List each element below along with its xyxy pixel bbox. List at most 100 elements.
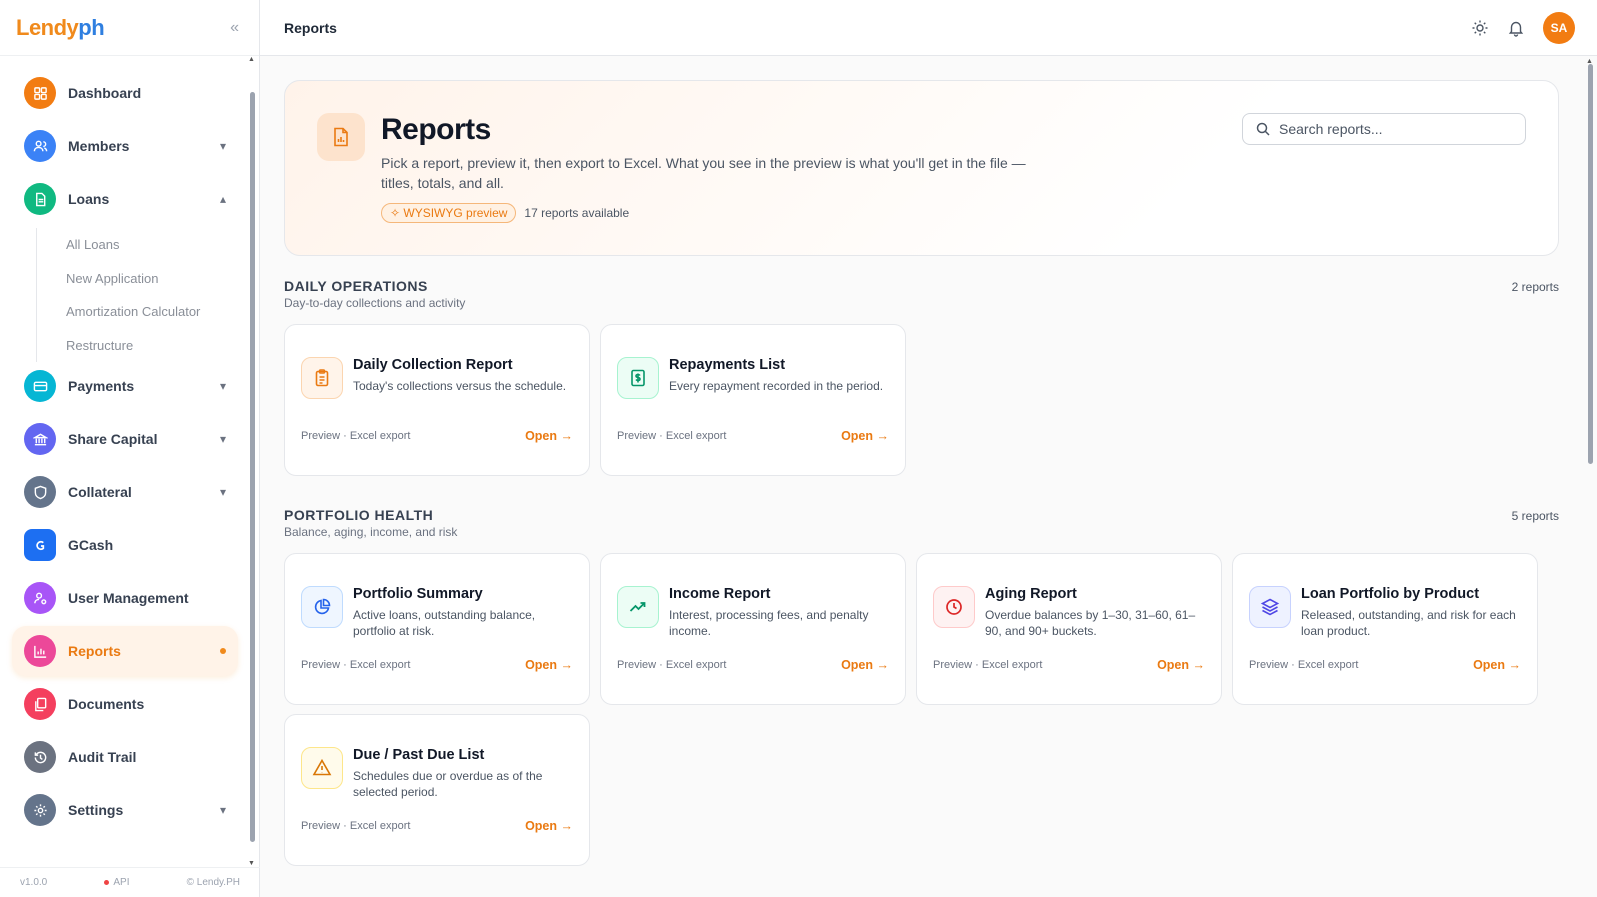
clipboard-icon (301, 357, 343, 399)
open-link[interactable]: Open → (841, 658, 889, 672)
sidebar-item-members[interactable]: Members ▾ (12, 121, 238, 171)
sidebar-item-gcash[interactable]: GCash (12, 520, 238, 570)
scroll-up-arrow-icon[interactable]: ▲ (248, 56, 255, 63)
sidebar-item-loans[interactable]: Loans ▴ (12, 174, 238, 224)
card-title: Portfolio Summary (353, 586, 483, 602)
open-link[interactable]: Open → (1473, 658, 1521, 672)
receipt-dollar-icon (617, 357, 659, 399)
sidebar-item-settings[interactable]: Settings ▾ (12, 785, 238, 835)
card-meta: Preview · Excel export (301, 430, 411, 442)
chevron-up-icon: ▴ (219, 192, 226, 206)
subnav-restructure[interactable]: Restructure (37, 329, 200, 363)
card-title: Loan Portfolio by Product (1301, 586, 1480, 602)
users-icon (24, 130, 56, 162)
sidebar: Lendyph « Dashboard Members ▾ Loans ▴ Al… (0, 0, 260, 897)
subnav-new-application[interactable]: New Application (37, 262, 200, 296)
sidebar-nav: Dashboard Members ▾ Loans ▴ All Loans Ne… (0, 62, 244, 867)
theme-toggle-sun-icon[interactable] (1471, 19, 1489, 37)
section-daily-operations: DAILY OPERATIONS Day-to-day collections … (284, 278, 1559, 310)
reports-count: 17 reports available (524, 206, 630, 220)
api-status: API (104, 877, 129, 888)
bar-chart-icon (24, 635, 56, 667)
wysiwyg-badge: ✧ WYSIWYG preview (381, 203, 517, 223)
report-card-loan-portfolio-by-product[interactable]: Loan Portfolio by Product Released, outs… (1232, 553, 1538, 705)
copyright: © Lendy.PH (186, 877, 240, 888)
card-description: Every repayment recorded in the period. (669, 379, 884, 393)
layers-icon (1249, 586, 1291, 628)
card-meta: Preview · Excel export (301, 820, 411, 832)
sparkle-icon: ✧ (390, 206, 404, 220)
section-subtitle: Day-to-day collections and activity (284, 296, 466, 310)
sidebar-item-label: Share Capital (68, 431, 158, 447)
pie-chart-icon (301, 586, 343, 628)
logo[interactable]: Lendyph (16, 14, 105, 41)
sidebar-item-dashboard[interactable]: Dashboard (12, 68, 238, 118)
section-portfolio-health: PORTFOLIO HEALTH Balance, aging, income,… (284, 507, 1559, 539)
bell-icon[interactable] (1507, 19, 1525, 37)
sidebar-item-user-management[interactable]: User Management (12, 573, 238, 623)
sidebar-item-label: Payments (68, 378, 135, 394)
card-title: Income Report (669, 586, 771, 602)
report-card-income-report[interactable]: Income Report Interest, processing fees,… (600, 553, 906, 705)
report-card-portfolio-summary[interactable]: Portfolio Summary Active loans, outstand… (284, 553, 590, 705)
sidebar-scroll-thumb[interactable] (250, 92, 255, 842)
history-icon (24, 741, 56, 773)
main-scrollbar[interactable]: ▲ (1584, 56, 1596, 897)
card-meta: Preview · Excel export (301, 659, 411, 671)
card-title: Daily Collection Report (353, 357, 513, 373)
search-icon (1256, 122, 1270, 136)
sidebar-item-payments[interactable]: Payments ▾ (12, 361, 238, 411)
document-icon (24, 183, 56, 215)
chevron-down-icon: ▾ (219, 432, 226, 446)
sidebar-item-label: Reports (68, 643, 121, 659)
active-indicator-dot (220, 648, 226, 654)
open-link[interactable]: Open → (525, 819, 573, 833)
sidebar-item-label: GCash (68, 537, 114, 553)
report-file-icon (317, 113, 365, 161)
topbar: Reports SA (260, 0, 1597, 56)
version-label: v1.0.0 (20, 877, 48, 888)
card-description: Schedules due or overdue as of the selec… (353, 769, 543, 799)
sidebar-item-label: Audit Trail (68, 749, 137, 765)
main-scroll-thumb[interactable] (1588, 64, 1593, 464)
credit-card-icon (24, 370, 56, 402)
search-box[interactable] (1242, 113, 1526, 145)
report-card-aging-report[interactable]: Aging Report Overdue balances by 1–30, 3… (916, 553, 1222, 705)
logo-part-1: Lendy (16, 14, 79, 40)
open-link[interactable]: Open → (525, 429, 573, 443)
sidebar-item-audit-trail[interactable]: Audit Trail (12, 732, 238, 782)
open-link[interactable]: Open → (841, 429, 889, 443)
sidebar-scrollbar[interactable]: ▲ ▼ (247, 56, 257, 867)
section-count: 5 reports (1511, 509, 1559, 523)
sidebar-item-share-capital[interactable]: Share Capital ▾ (12, 414, 238, 464)
brand-bar: Lendyph « (0, 0, 259, 56)
scroll-down-arrow-icon[interactable]: ▼ (248, 860, 255, 867)
report-card-repayments-list[interactable]: Repayments List Every repayment recorded… (600, 324, 906, 476)
sidebar-item-label: Members (68, 138, 130, 154)
chevron-down-icon: ▾ (219, 379, 226, 393)
main-area: Reports SA Reports Pick a report, previe… (260, 0, 1597, 897)
card-title: Due / Past Due List (353, 747, 485, 763)
open-link[interactable]: Open → (525, 658, 573, 672)
sidebar-item-reports[interactable]: Reports (12, 626, 238, 676)
bank-icon (24, 423, 56, 455)
sidebar-item-label: User Management (68, 590, 189, 606)
logo-part-2: ph (78, 14, 105, 40)
badge-label: WYSIWYG preview (403, 206, 508, 220)
search-input[interactable] (1279, 121, 1513, 137)
sidebar-item-collateral[interactable]: Collateral ▾ (12, 467, 238, 517)
user-cog-icon (24, 582, 56, 614)
sidebar-item-label: Collateral (68, 484, 132, 500)
collapse-sidebar-icon[interactable]: « (230, 19, 239, 37)
chevron-down-icon: ▾ (219, 485, 226, 499)
shield-icon (24, 476, 56, 508)
sidebar-item-documents[interactable]: Documents (12, 679, 238, 729)
open-link[interactable]: Open → (1157, 658, 1205, 672)
subnav-all-loans[interactable]: All Loans (37, 228, 200, 262)
card-description: Today's collections versus the schedule. (353, 379, 567, 393)
reports-hero: Reports Pick a report, preview it, then … (284, 80, 1559, 256)
subnav-amortization-calculator[interactable]: Amortization Calculator (37, 295, 200, 329)
report-card-daily-collection[interactable]: Daily Collection Report Today's collecti… (284, 324, 590, 476)
avatar[interactable]: SA (1543, 11, 1575, 44)
report-card-due-past-due-list[interactable]: Due / Past Due List Schedules due or ove… (284, 714, 590, 866)
